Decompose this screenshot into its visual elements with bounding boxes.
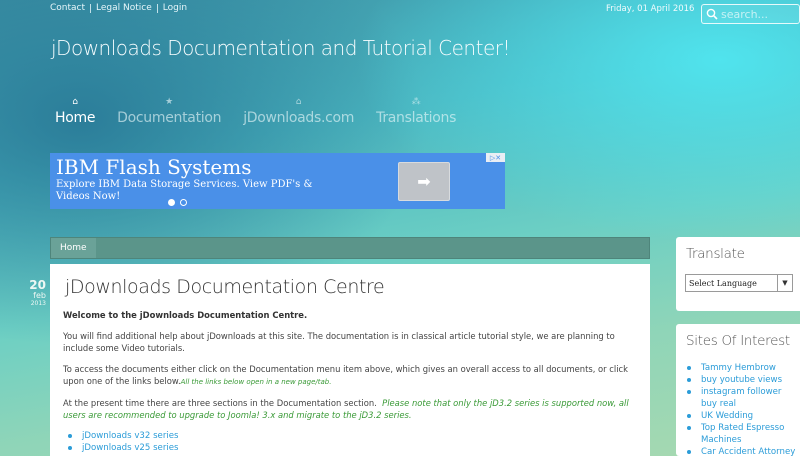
home-icon: ⌂ xyxy=(72,97,78,107)
advertisement-banner[interactable]: IBM Flash Systems Explore IBM Data Stora… xyxy=(50,153,505,209)
carousel-dot[interactable] xyxy=(168,199,175,206)
module-title: Translate xyxy=(686,246,745,262)
jdownloads-v32-link[interactable]: jDownloads v32 series xyxy=(82,430,179,442)
separator xyxy=(156,3,158,13)
login-link[interactable]: Login xyxy=(163,3,187,13)
list-item: UK Wedding xyxy=(687,410,799,422)
bullet-icon xyxy=(68,434,72,438)
article-paragraph: At the present time there are three sect… xyxy=(63,397,638,421)
search-input[interactable] xyxy=(721,7,797,21)
bullet-icon xyxy=(687,414,691,418)
ad-carousel-dots xyxy=(168,199,192,206)
nav-item-label: Documentation xyxy=(117,110,222,126)
translate-module: Translate Select Language ▼ xyxy=(676,237,800,311)
sites-of-interest-module: Sites Of Interest Tammy Hembrow buy yout… xyxy=(676,324,800,456)
list-item: jDownloads v25 series xyxy=(68,442,638,454)
nodes-icon: ⁂ xyxy=(411,97,421,107)
bullet-icon xyxy=(687,366,691,370)
article-date-badge: 20 feb 2013 xyxy=(22,279,46,308)
module-title: Sites Of Interest xyxy=(686,333,790,349)
language-select-value: Select Language xyxy=(689,278,757,288)
breadcrumb: Home xyxy=(50,237,650,259)
list-item: instagram follower buy real xyxy=(687,386,799,410)
nav-item-home[interactable]: ⌂ Home xyxy=(55,96,95,126)
article-month: feb xyxy=(33,291,46,300)
welcome-text: Welcome to the jDownloads Documentation … xyxy=(63,310,308,320)
site-link[interactable]: UK Wedding xyxy=(701,410,799,422)
list-item: Top Rated Espresso Machines xyxy=(687,422,799,446)
nav-item-label: jDownloads.com xyxy=(243,110,355,126)
article: jDownloads Documentation Centre Welcome … xyxy=(50,264,650,456)
top-links: Contact Legal Notice Login xyxy=(50,3,187,13)
article-paragraph: You will find additional help about jDow… xyxy=(63,331,615,353)
ad-arrow-button[interactable]: ➡ xyxy=(398,162,450,201)
article-year: 2013 xyxy=(30,300,46,307)
star-icon: ★ xyxy=(165,97,174,107)
jdownloads-v25-link[interactable]: jDownloads v25 series xyxy=(82,442,179,454)
bullet-icon xyxy=(687,378,691,382)
separator xyxy=(90,3,92,13)
nav-item-jdownloads-com[interactable]: ⌂ jDownloads.com xyxy=(243,96,354,126)
list-item: jDownloads v32 series xyxy=(68,430,638,442)
bullet-icon xyxy=(687,450,691,454)
home-icon: ⌂ xyxy=(295,97,302,107)
site-link[interactable]: buy youtube views xyxy=(701,374,799,386)
site-link[interactable]: Tammy Hembrow xyxy=(701,362,799,374)
bullet-icon xyxy=(687,426,691,430)
current-date: Friday, 01 April 2016 xyxy=(606,4,695,14)
arrow-right-icon: ➡ xyxy=(417,172,431,191)
article-paragraph: To access the documents either click on … xyxy=(63,363,638,388)
nav-item-documentation[interactable]: ★ Documentation xyxy=(117,96,221,126)
carousel-dot[interactable] xyxy=(180,199,187,206)
article-title: jDownloads Documentation Centre xyxy=(65,276,385,298)
search-box[interactable] xyxy=(701,4,800,24)
contact-link[interactable]: Contact xyxy=(50,3,85,13)
main-nav: ⌂ Home ★ Documentation ⌂ jDownloads.com … xyxy=(55,96,478,126)
search-icon xyxy=(706,8,718,20)
site-link[interactable]: Top Rated Espresso Machines xyxy=(701,422,799,446)
links-note: All the links below open in a new page/t… xyxy=(180,378,332,386)
site-link[interactable]: Car Accident Attorney xyxy=(701,446,799,456)
bullet-icon xyxy=(687,390,691,394)
sites-list: Tammy Hembrow buy youtube views instagra… xyxy=(687,362,799,456)
list-item: buy youtube views xyxy=(687,374,799,386)
list-item: Car Accident Attorney xyxy=(687,446,799,456)
legal-notice-link[interactable]: Legal Notice xyxy=(96,3,152,13)
site-title: jDownloads Documentation and Tutorial Ce… xyxy=(51,36,510,60)
site-link[interactable]: instagram follower buy real xyxy=(701,386,799,410)
ad-choices-icon[interactable]: ▷✕ xyxy=(486,153,505,162)
documentation-links: jDownloads v32 series jDownloads v25 ser… xyxy=(68,430,638,454)
paragraph-text: At the present time there are three sect… xyxy=(63,398,377,408)
article-day: 20 xyxy=(29,278,46,292)
list-item: Tammy Hembrow xyxy=(687,362,799,374)
article-body: Welcome to the jDownloads Documentation … xyxy=(63,309,638,454)
nav-item-translations[interactable]: ⁂ Translations xyxy=(376,96,456,126)
chevron-down-icon[interactable]: ▼ xyxy=(777,275,792,291)
ad-title[interactable]: IBM Flash Systems xyxy=(56,155,252,179)
nav-item-label: Home xyxy=(55,110,96,126)
nav-item-label: Translations xyxy=(376,110,457,126)
breadcrumb-home-link[interactable]: Home xyxy=(51,238,96,258)
language-select[interactable]: Select Language ▼ xyxy=(685,274,793,292)
paragraph-text: To access the documents either click on … xyxy=(63,364,629,386)
bullet-icon xyxy=(68,446,72,450)
